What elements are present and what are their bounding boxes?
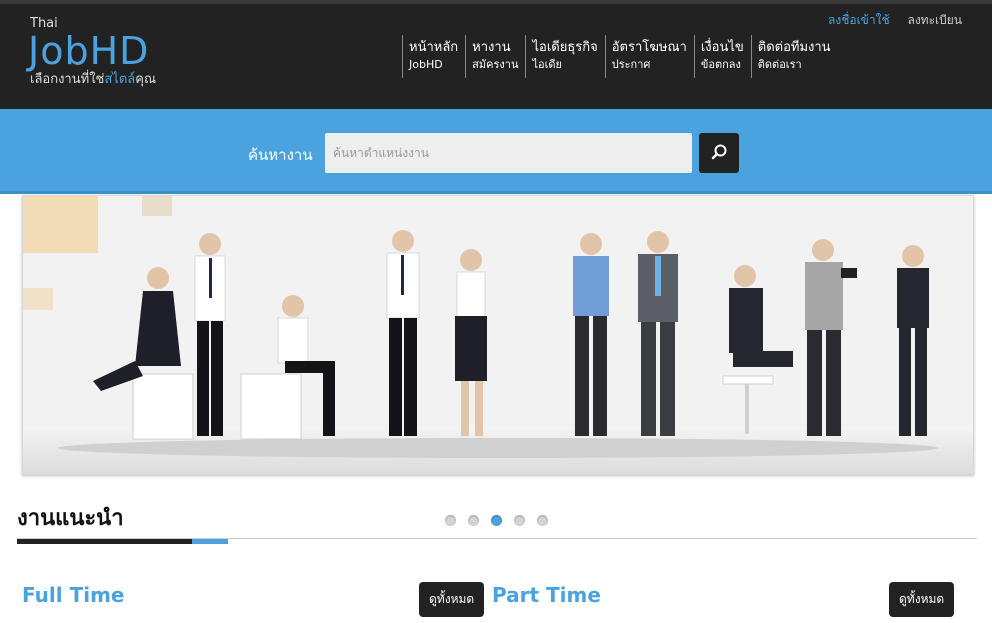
carousel-dot-3-active[interactable] bbox=[491, 515, 502, 526]
nav-main-label: หน้าหลัก bbox=[409, 40, 459, 55]
nav-sub-label: ประกาศ bbox=[611, 58, 651, 71]
nav-main-label: เงื่อนไข bbox=[700, 40, 744, 55]
view-all-full-time-button[interactable]: ดูทั้งหมด bbox=[419, 582, 485, 617]
main-nav: หน้าหลัก JobHD หางาน สมัครงาน ไอเดียธุรก… bbox=[402, 35, 838, 78]
nav-sub-label: สมัครงาน bbox=[472, 58, 519, 71]
nav-item-terms[interactable]: เงื่อนไข ข้อตกลง bbox=[693, 35, 751, 78]
banner-image bbox=[23, 230, 973, 474]
view-all-part-time-button[interactable]: ดูทั้งหมด bbox=[889, 582, 955, 617]
login-link[interactable]: ลงชื่อเข้าใช้ bbox=[828, 13, 890, 27]
banner-decoration bbox=[23, 288, 53, 310]
nav-sub-label: ติดต่อเรา bbox=[757, 58, 802, 71]
nav-main-label: ไอเดียธุรกิจ bbox=[532, 40, 598, 55]
nav-item-find-job[interactable]: หางาน สมัครงาน bbox=[465, 35, 525, 78]
banner-decoration bbox=[23, 196, 98, 253]
category-title-part-time: Part Time bbox=[492, 583, 601, 607]
nav-sub-label: JobHD bbox=[409, 58, 443, 71]
nav-main-label: หางาน bbox=[472, 40, 511, 55]
nav-item-ad-rates[interactable]: อัตราโฆษณา ประกาศ bbox=[604, 35, 694, 78]
hero-banner bbox=[22, 195, 974, 475]
nav-main-label: อัตราโฆษณา bbox=[611, 40, 687, 55]
nav-item-business-ideas[interactable]: ไอเดียธุรกิจ ไอเดีย bbox=[525, 35, 604, 78]
register-link[interactable]: ลงทะเบียน bbox=[907, 13, 962, 27]
nav-sub-label: ข้อตกลง bbox=[700, 58, 741, 71]
search-button[interactable] bbox=[699, 133, 739, 173]
category-title-full-time: Full Time bbox=[22, 583, 125, 607]
section-underline-accent bbox=[192, 539, 228, 544]
section-underline-dark bbox=[17, 539, 192, 544]
search-input[interactable] bbox=[325, 133, 692, 173]
carousel-dot-4[interactable] bbox=[514, 515, 525, 526]
banner-decoration bbox=[142, 196, 172, 216]
search-label: ค้นหางาน bbox=[248, 146, 313, 164]
carousel-dot-5[interactable] bbox=[537, 515, 548, 526]
section-title: งานแนะนำ bbox=[17, 506, 124, 531]
auth-links: ลงชื่อเข้าใช้ ลงทะเบียน bbox=[814, 11, 962, 30]
carousel-pagination bbox=[445, 515, 560, 526]
carousel-dot-1[interactable] bbox=[445, 515, 456, 526]
nav-main-label: ติดต่อทีมงาน bbox=[757, 40, 831, 55]
nav-item-contact[interactable]: ติดต่อทีมงาน ติดต่อเรา bbox=[750, 35, 838, 78]
search-icon bbox=[711, 144, 727, 160]
logo-tagline: เลือกงานที่ใช่สไตล์คุณ bbox=[30, 72, 157, 87]
search-bar: ค้นหางาน bbox=[0, 109, 992, 194]
nav-item-home[interactable]: หน้าหลัก JobHD bbox=[402, 35, 465, 78]
carousel-dot-2[interactable] bbox=[468, 515, 479, 526]
nav-sub-label: ไอเดีย bbox=[532, 58, 562, 71]
site-header: Thai JobHD เลือกงานที่ใช่สไตล์คุณ ลงชื่อ… bbox=[0, 4, 992, 109]
